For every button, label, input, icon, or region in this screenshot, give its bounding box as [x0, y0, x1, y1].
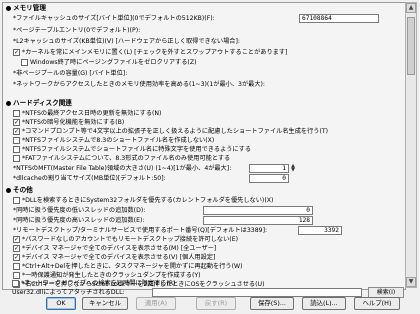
misc-item-checkbox[interactable]: ✓ [13, 236, 20, 243]
misc-item-label: *デバイス マネージャで全てのデバイスを表示させる(V) [個人用設定] [22, 254, 216, 261]
misc-item-row[interactable]: ✓ *デバイス マネージャで全てのデバイスを表示させる(M) [全ユーザー] [13, 244, 216, 253]
user32-label: User32.dllによってアタッチされるDLL: [12, 289, 125, 296]
button-bar: OK キャンセル 適用(A) 戻す(R) 保存(S)... 読込(L)... ヘ… [0, 297, 420, 311]
cancel-button[interactable]: キャンセル [82, 297, 128, 310]
apply-button[interactable]: 適用(A) [136, 297, 176, 310]
disk-item-checkbox[interactable] [13, 137, 20, 144]
disk-item-row[interactable]: ✓ *コマンドプロンプト等で4文字以上の拡張子を正しく扱えるように配慮したショート… [13, 127, 328, 136]
disk-item-label: *コマンドプロンプト等で4文字以上の拡張子を正しく扱えるように配慮したショートフ… [22, 128, 329, 135]
disk-item-label: *FATファイルシステムについて、8.3形式のファイル名のみ使用可能とする [22, 155, 231, 162]
disk-item-row[interactable]: *FATファイルシステムについて、8.3形式のファイル名のみ使用可能とする [13, 154, 230, 163]
windows-exit-checkbox[interactable] [21, 59, 28, 66]
net-access-label: *ネットワークからアクセスしたときのメモリ使用効率を高める(1~3)(1が最小、… [13, 81, 266, 88]
misc-item-row[interactable]: ✓ *パスワードなしのアカウントでもリモートデスクトップ接続を許可しない(E) [13, 235, 238, 244]
threads2-row: *同時に扱う優先度の高いスレッドの追加数(E): [13, 216, 144, 225]
scroll-thumb[interactable] [407, 17, 415, 75]
settings-panel: メモリ管理 *ファイルキャッシュのサイズ[バイト単位](0でデフォルトの512K… [2, 2, 406, 290]
load-button[interactable]: 読込(L)... [302, 297, 346, 310]
disk-item-row[interactable]: *NTFSファイルシステムでショートファイル名に特殊文字を使用できるようにする [13, 145, 251, 154]
threads2-label: *同時に扱う優先度の高いスレッドの追加数(E): [13, 217, 145, 224]
l2-cache-row: *L2キャッシュのサイズ(KB単位)(V) [ハードウェアから正しく取得できない… [13, 37, 240, 46]
section-misc: その他 [6, 186, 33, 195]
scroll-up-icon[interactable]: ▲ [406, 3, 416, 13]
disk-item-label: *NTFSファイルシステムで8.3のショートファイル名を作成しない(X) [22, 137, 215, 144]
misc-item-label: *ネットワークドライブへの検索を短時間に限定する(R) [21, 280, 176, 287]
misc-item-checkbox[interactable] [13, 272, 20, 279]
bullet-icon [6, 100, 11, 106]
threads2-input[interactable]: 128 [203, 216, 313, 225]
kernel-paging-label: *カーネルを常にメインメモリに置く(L) [チェックを外すとスワップアウトするこ… [22, 49, 288, 56]
section-title: メモリ管理 [13, 4, 46, 12]
misc-item-checkbox[interactable]: ✓ [13, 245, 20, 252]
misc-item-checkbox[interactable] [12, 280, 19, 287]
disk-item-checkbox[interactable]: ✓ [13, 119, 20, 126]
disk-item-checkbox[interactable] [13, 110, 20, 117]
disk-item-label: *NTFSの最終アクセス日時の更新を無効にする(N) [22, 110, 162, 117]
dllcache-row: *dllcacheの割り当てサイズ(MB単位)[デフォルト:50]: [13, 174, 166, 183]
help-button[interactable]: ヘルプ(H) [354, 297, 400, 310]
disk-item-row[interactable]: *NTFSファイルシステムで8.3のショートファイル名を作成しない(X) [13, 136, 214, 145]
misc-item-row[interactable]: *ネットワークドライブへの検索を短時間に限定する(R) [12, 279, 176, 288]
disk-item-label: *NTFSファイルシステムでショートファイル名に特殊文字を使用できるようにする [22, 146, 252, 153]
file-cache-row: *ファイルキャッシュのサイズ[バイト単位](0でデフォルトの512KB)(F): [13, 14, 215, 23]
disk-item-row[interactable]: *NTFSの最終アクセス日時の更新を無効にする(N) [13, 109, 161, 118]
pagetable-row: *ページテーブルエントリ(0でデフォルト)(P): [13, 26, 140, 35]
remote-row: *リモートデスクトップ/ターミナルサービスで使用するポート番号(Q)[デフォルト… [13, 226, 267, 235]
user32-input[interactable] [152, 288, 362, 297]
kernel-paging-checkbox[interactable]: ✓ [13, 49, 20, 56]
bullet-icon [6, 5, 11, 11]
misc-item-row[interactable]: *Ctrl+Alt+Delを押したときに、タスクマネージャを開かずに再起動を行う… [13, 262, 243, 271]
dll-search-label: *DLLを検索するときにSystem32フォルダを優先する(カレントフォルダを優… [22, 197, 274, 204]
remote-input[interactable]: 3392 [298, 226, 342, 235]
ok-button[interactable]: OK [46, 297, 76, 310]
misc-item-checkbox[interactable] [13, 263, 20, 270]
threads-label: *同時に扱う優先度の低いスレッドの追加数(D): [13, 207, 146, 214]
disk-item-row[interactable]: ✓ *NTFSの暗号化機能を無効にする(B) [13, 118, 124, 127]
kernel-paging-row[interactable]: ✓ *カーネルを常にメインメモリに置く(L) [チェックを外すとスワップアウトする… [13, 48, 287, 57]
mft-spinner-icon[interactable]: ▲ ▼ [290, 164, 296, 173]
file-cache-label: *ファイルキャッシュのサイズ[バイト単位](0でデフォルトの512KB)(F): [13, 15, 215, 22]
mft-label: *NTFSのMFT(Master File Table)領域の大きさ(U) (1… [13, 165, 232, 172]
section-title: その他 [13, 186, 33, 194]
bullet-icon [6, 187, 11, 193]
misc-item-row[interactable]: ✓ *デバイス マネージャで全てのデバイスを表示させる(V) [個人用設定] [13, 253, 215, 262]
threads-input[interactable]: 0 [203, 206, 313, 215]
threads-row: *同時に扱う優先度の低いスレッドの追加数(D): [13, 206, 145, 215]
disk-item-checkbox[interactable] [13, 155, 20, 162]
pagetable-label: *ページテーブルエントリ(0でデフォルト)(P): [13, 27, 141, 34]
l2-cache-label: *L2キャッシュのサイズ(KB単位)(V) [ハードウェアから正しく取得できない… [13, 38, 240, 45]
dllcache-input[interactable]: 0 [249, 174, 289, 183]
net-access-row: *ネットワークからアクセスしたときのメモリ使用効率を高める(1~3)(1が最小、… [13, 80, 265, 89]
disk-item-label: *NTFSの暗号化機能を無効にする(B) [22, 119, 125, 126]
remote-label: *リモートデスクトップ/ターミナルサービスで使用するポート番号(Q)[デフォルト… [13, 227, 268, 234]
mft-input[interactable]: 1 [249, 164, 289, 173]
dll-search-checkbox[interactable] [13, 197, 20, 204]
back-button[interactable]: 戻す(R) [196, 297, 236, 310]
windows-exit-label: Windows終了時にページングファイルをゼロクリアする(Z) [30, 59, 197, 66]
misc-item-checkbox[interactable]: ✓ [13, 254, 20, 261]
user32-row: User32.dllによってアタッチされるDLL: [12, 288, 125, 297]
dll-search-row[interactable]: *DLLを検索するときにSystem32フォルダを優先する(カレントフォルダを優… [13, 196, 273, 205]
nonpaged-label: *非ページプールの容量(G) [バイト単位]: [13, 70, 128, 77]
misc-item-label: *パスワードなしのアカウントでもリモートデスクトップ接続を許可しない(E) [22, 236, 239, 243]
section-title: ハードディスク関連 [13, 99, 72, 107]
mft-row: *NTFSのMFT(Master File Table)領域の大きさ(U) (1… [13, 164, 231, 173]
section-memory: メモリ管理 [6, 4, 46, 13]
windows-exit-row[interactable]: Windows終了時にページングファイルをゼロクリアする(Z) [21, 58, 197, 67]
nonpaged-row: *非ページプールの容量(G) [バイト単位]: [13, 69, 127, 78]
misc-item-label: *デバイス マネージャで全てのデバイスを表示させる(M) [全ユーザー] [22, 245, 217, 252]
dllcache-label: *dllcacheの割り当てサイズ(MB単位)[デフォルト:50]: [13, 175, 166, 182]
save-button[interactable]: 保存(S)... [250, 297, 294, 310]
file-cache-input[interactable]: 67108864 [299, 14, 379, 23]
scroll-down-icon[interactable]: ▼ [406, 277, 416, 287]
disk-item-checkbox[interactable] [13, 146, 20, 153]
vertical-scrollbar[interactable]: ▲ ▼ [405, 2, 417, 288]
disk-item-checkbox[interactable]: ✓ [13, 128, 20, 135]
misc-item-label: *Ctrl+Alt+Delを押したときに、タスクマネージャを開かずに再起動を行う… [22, 263, 243, 270]
section-disk: ハードディスク関連 [6, 99, 72, 108]
